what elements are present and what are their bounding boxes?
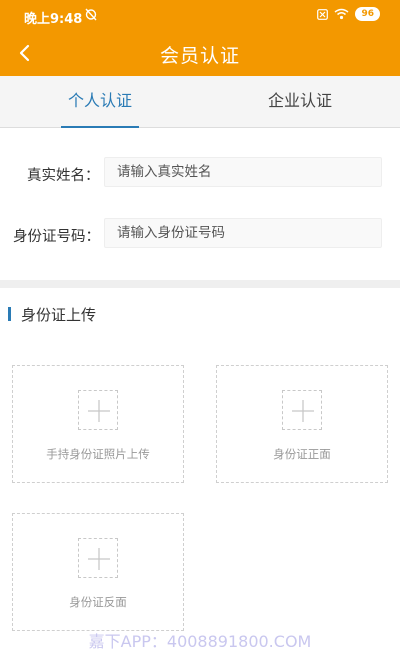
upload-label: 手持身份证照片上传 — [46, 447, 150, 461]
upload-label: 身份证正面 — [273, 447, 331, 461]
id-number-row: 身份证号码： — [0, 218, 400, 250]
real-name-input[interactable] — [104, 157, 382, 187]
sim-icon — [317, 8, 329, 20]
wifi-icon — [335, 8, 349, 20]
plus-icon — [282, 390, 322, 430]
header: 会员认证 — [0, 30, 400, 76]
section-accent-bar — [8, 307, 11, 321]
tab-enterprise[interactable]: 企业认证 — [200, 76, 400, 128]
watermark: 嘉下APP：4008891800.COM — [88, 632, 312, 651]
upload-id-back[interactable]: 身份证反面 — [12, 513, 184, 631]
upload-handheld-id[interactable]: 手持身份证照片上传 — [12, 365, 184, 483]
status-time: 晚上9:48 — [24, 12, 83, 27]
page-title: 会员认证 — [159, 45, 240, 67]
plus-icon — [78, 538, 118, 578]
upload-section-header: 身份证上传 — [8, 303, 96, 325]
id-number-label: 身份证号码： — [13, 229, 100, 245]
tab-label: 企业认证 — [267, 91, 332, 110]
section-divider — [0, 280, 400, 288]
active-tab-indicator — [61, 126, 139, 128]
battery-icon: 96 — [355, 7, 380, 21]
real-name-label: 真实姓名： — [27, 168, 100, 184]
tab-label: 个人认证 — [67, 91, 132, 110]
id-number-input[interactable] — [104, 218, 382, 248]
tab-personal[interactable]: 个人认证 — [0, 76, 200, 128]
plus-icon — [78, 390, 118, 430]
upload-id-front[interactable]: 身份证正面 — [216, 365, 388, 483]
status-bar: 晚上9:48 96 — [0, 0, 400, 30]
upload-section-title: 身份证上传 — [21, 305, 97, 324]
upload-label: 身份证反面 — [69, 595, 127, 609]
real-name-row: 真实姓名： — [0, 157, 400, 189]
tab-bar: 个人认证 企业认证 — [0, 76, 400, 128]
alarm-off-icon — [85, 8, 97, 21]
status-icons: 96 — [317, 7, 380, 21]
